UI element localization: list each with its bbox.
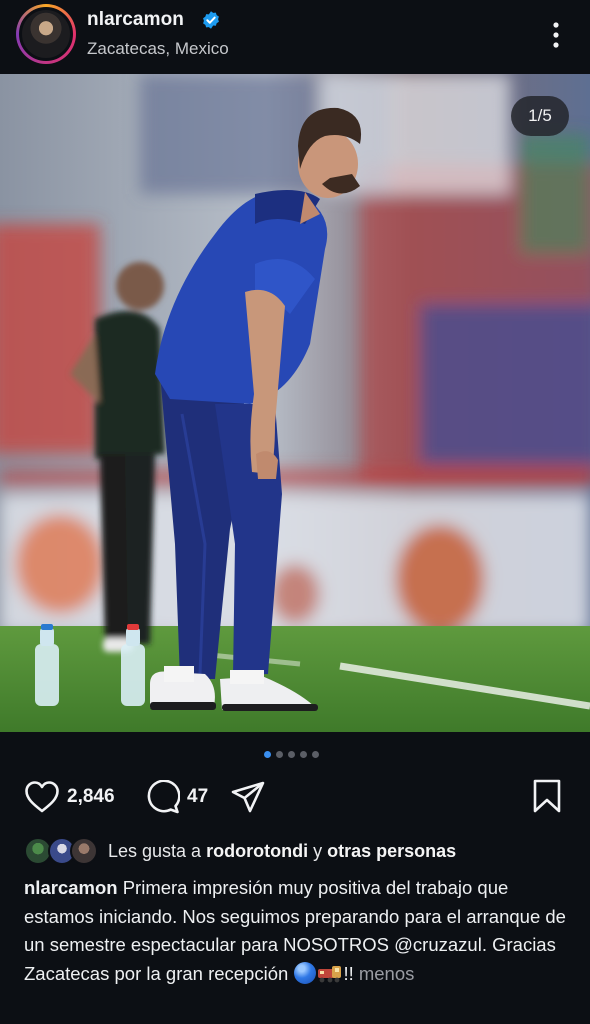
- blue-circle-emoji-icon: [294, 961, 317, 984]
- comment-button[interactable]: 47: [144, 780, 208, 814]
- more-vertical-icon[interactable]: [544, 18, 568, 52]
- comments-count[interactable]: 47: [187, 786, 208, 808]
- share-button[interactable]: [230, 780, 266, 814]
- post-header: nlarcamon Zacatecas, Mexico: [0, 0, 590, 72]
- comment-icon: [147, 780, 180, 814]
- carousel-dot: [312, 751, 319, 758]
- carousel-dot: [276, 751, 283, 758]
- liked-by-others[interactable]: otras personas: [327, 841, 456, 861]
- caption-text-3: !!: [343, 962, 354, 984]
- avatar: [70, 837, 98, 865]
- carousel-indicator: [264, 751, 319, 759]
- caption-mention[interactable]: @cruzazul: [394, 934, 482, 955]
- liked-by-text: Les gusta a rodorotondi y otras personas: [108, 841, 456, 862]
- like-button[interactable]: 2,846: [24, 780, 115, 814]
- heart-icon: [25, 781, 59, 813]
- username[interactable]: nlarcamon: [87, 9, 184, 31]
- verified-badge-icon: [203, 11, 219, 29]
- carousel-dot: [288, 751, 295, 758]
- caption-username[interactable]: nlarcamon: [24, 877, 118, 898]
- post-caption: nlarcamon Primera impresión muy positiva…: [24, 874, 572, 988]
- post-photo[interactable]: [0, 74, 590, 732]
- liked-by-avatars[interactable]: [24, 836, 100, 866]
- post-actions: 2,846 47: [0, 776, 590, 820]
- liked-by-prefix: Les gusta a: [108, 840, 202, 861]
- carousel-counter: 1/5: [511, 96, 569, 136]
- liked-by[interactable]: Les gusta a rodorotondi y otras personas: [24, 836, 456, 866]
- liked-by-connector: y: [313, 840, 323, 861]
- bookmark-icon: [533, 779, 561, 813]
- likes-count[interactable]: 2,846: [67, 786, 115, 808]
- profile-avatar-ring[interactable]: [16, 4, 76, 64]
- post-image: [0, 74, 590, 732]
- carousel-dot: [300, 751, 307, 758]
- save-button[interactable]: [530, 778, 564, 814]
- avatar[interactable]: [19, 7, 73, 61]
- share-icon: [231, 781, 265, 813]
- carousel-dot-active: [264, 751, 271, 758]
- liked-by-user[interactable]: rodorotondi: [206, 841, 308, 861]
- train-emoji-icon: [318, 965, 342, 982]
- caption-less-link[interactable]: menos: [359, 963, 415, 984]
- location[interactable]: Zacatecas, Mexico: [87, 39, 229, 59]
